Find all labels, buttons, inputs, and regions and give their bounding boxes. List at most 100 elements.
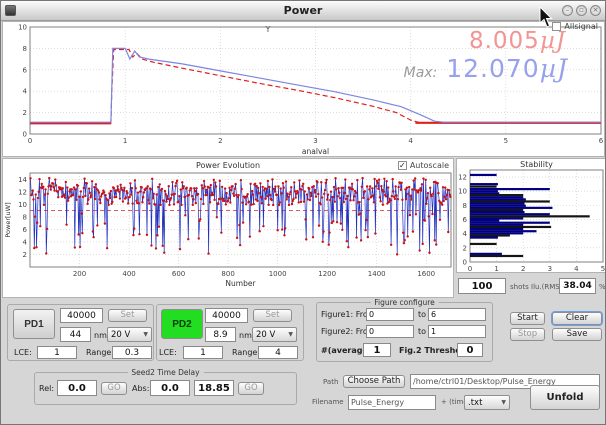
pd1-set-button[interactable]: Set <box>108 309 147 322</box>
svg-text:0: 0 <box>23 131 27 139</box>
choose-path-button[interactable]: Choose Path <box>343 375 405 388</box>
pd2-voltage-value: 20 V <box>256 330 275 340</box>
svg-text:4: 4 <box>23 88 28 96</box>
percent-label: % <box>599 283 606 291</box>
pd1-lce-input[interactable] <box>37 346 77 359</box>
stop-button[interactable]: Stop <box>510 328 545 341</box>
mouse-cursor <box>539 7 555 29</box>
filename-input[interactable] <box>348 395 436 410</box>
seed2-time-delay-title: Seed2 Time Delay <box>127 368 203 377</box>
svg-text:analval: analval <box>302 147 329 156</box>
svg-text:Y: Y <box>265 25 271 34</box>
pd2-set-button[interactable]: Set <box>253 309 292 322</box>
svg-text:3: 3 <box>548 265 552 273</box>
svg-text:8: 8 <box>23 213 27 221</box>
pd1-range-label: Range: <box>86 348 114 357</box>
svg-text:1200: 1200 <box>318 270 336 278</box>
svg-text:8: 8 <box>23 45 27 53</box>
svg-text:Number: Number <box>225 279 256 288</box>
svg-text:14: 14 <box>18 176 27 184</box>
pd2-range-input[interactable] <box>258 346 298 359</box>
figure1-from-input[interactable] <box>366 308 414 321</box>
abs-position-input[interactable] <box>194 380 234 396</box>
pd1-voltage-value: 20 V <box>111 330 130 340</box>
figure2-to-input[interactable] <box>428 325 486 338</box>
figure1-to-label: to <box>418 310 426 319</box>
svg-text:0: 0 <box>28 137 32 145</box>
svg-text:2: 2 <box>23 109 27 117</box>
pd2-lce-input[interactable] <box>183 346 223 359</box>
svg-text:2: 2 <box>218 137 222 145</box>
start-button[interactable]: Start <box>510 312 545 325</box>
pd2-counts-input[interactable] <box>205 308 248 323</box>
allsignal-checkbox-label: Allsignal <box>564 22 598 31</box>
svg-text:6: 6 <box>463 216 468 224</box>
svg-text:5: 5 <box>601 265 605 273</box>
svg-text:0: 0 <box>463 259 467 267</box>
svg-text:1400: 1400 <box>368 270 386 278</box>
svg-text:1000: 1000 <box>269 270 287 278</box>
svg-text:6: 6 <box>599 137 604 145</box>
rel-go-button[interactable]: GO <box>101 382 127 395</box>
pd2-button[interactable]: PD2 <box>161 309 203 339</box>
shots-input[interactable] <box>458 278 506 294</box>
fig2-threshold-input[interactable] <box>457 343 483 357</box>
autoscale-checkbox[interactable]: ✓ Autoscale <box>398 161 449 170</box>
extension-value: .txt <box>468 398 482 408</box>
rms-input[interactable] <box>559 278 596 294</box>
svg-text:3: 3 <box>313 137 317 145</box>
svg-text:2: 2 <box>463 244 467 252</box>
svg-text:10: 10 <box>18 24 27 32</box>
evolution-plot-title: Power Evolution <box>3 161 453 170</box>
filename-label: Filename <box>312 398 344 406</box>
svg-text:12: 12 <box>18 188 27 196</box>
svg-text:600: 600 <box>172 270 185 278</box>
svg-text:200: 200 <box>73 270 86 278</box>
svg-text:1: 1 <box>494 265 498 273</box>
close-button[interactable]: × <box>590 5 601 16</box>
power-window: Power – ▫ × 01234560246810Yanalval Allsi… <box>0 0 606 425</box>
svg-text:4: 4 <box>463 230 468 238</box>
app-icon <box>5 5 16 16</box>
pd1-counts-input[interactable] <box>60 308 103 323</box>
svg-text:400: 400 <box>122 270 135 278</box>
minimize-button[interactable]: – <box>562 5 573 16</box>
pd1-range-input[interactable] <box>112 346 152 359</box>
pd1-button[interactable]: PD1 <box>13 309 55 339</box>
titlebar[interactable]: Power – ▫ × <box>1 1 605 21</box>
top-plot-panel: 01234560246810Yanalval Allsignal 8.005µJ… <box>2 21 605 157</box>
unfold-button[interactable]: Unfold <box>530 385 600 410</box>
figure2-from-input[interactable] <box>366 325 414 338</box>
pd1-lce-label: LCE: <box>14 348 32 357</box>
extension-dropdown[interactable]: .txt ▼ <box>464 395 510 410</box>
svg-text:0: 0 <box>468 265 472 273</box>
clear-button[interactable]: Clear <box>552 312 602 325</box>
chevron-down-icon: ▼ <box>501 399 506 406</box>
evolution-plot: 20040060080010001200140016002468101214Nu… <box>3 159 455 299</box>
shots-label: shots <box>510 283 529 291</box>
pd1-nm-input[interactable] <box>60 327 91 342</box>
pd1-voltage-dropdown[interactable]: 20 V ▼ <box>107 327 152 342</box>
svg-text:800: 800 <box>221 270 234 278</box>
pd2-nm-input[interactable] <box>205 327 236 342</box>
figure-configure-title: Figure configure <box>370 298 439 307</box>
svg-text:1600: 1600 <box>417 270 435 278</box>
chevron-down-icon: ▼ <box>288 331 293 338</box>
autoscale-checkbox-label: Autoscale <box>410 161 449 170</box>
stability-plot-panel: 012345024681012Stability <box>456 158 606 273</box>
pd2-voltage-dropdown[interactable]: 20 V ▼ <box>252 327 297 342</box>
rel-input[interactable] <box>57 380 97 396</box>
average-input[interactable] <box>363 343 391 357</box>
maximize-button[interactable]: ▫ <box>576 5 587 16</box>
svg-text:10: 10 <box>18 201 27 209</box>
svg-text:4: 4 <box>574 265 579 273</box>
max-energy-readout: Max: 12.070µJ <box>404 54 568 83</box>
rel-label: Rel: <box>39 384 54 393</box>
abs-go-button[interactable]: GO <box>238 382 264 395</box>
figure1-to-input[interactable] <box>428 308 486 321</box>
save-button[interactable]: Save <box>552 328 602 341</box>
svg-text:Stability: Stability <box>520 160 553 169</box>
abs-input[interactable] <box>150 380 190 396</box>
svg-text:12: 12 <box>458 174 467 182</box>
svg-text:Power[uW]: Power[uW] <box>4 202 12 237</box>
